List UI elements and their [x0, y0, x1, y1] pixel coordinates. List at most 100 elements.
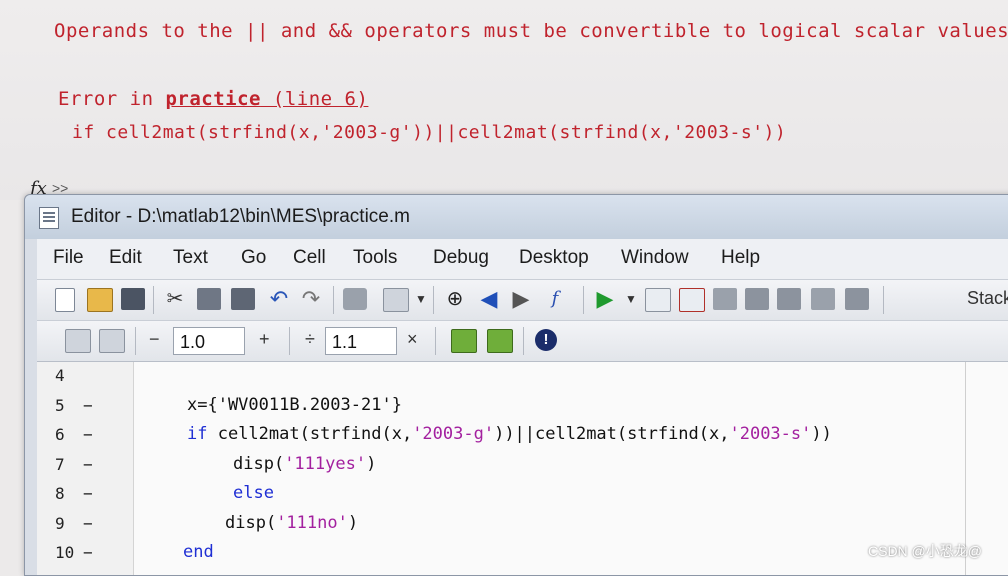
menu-edit[interactable]: Edit: [109, 247, 142, 269]
forward-arrow-icon[interactable]: ▶: [509, 288, 533, 310]
find-binoculars-icon[interactable]: ⊕: [443, 288, 467, 310]
menu-file[interactable]: File: [53, 247, 84, 269]
toolbar-separator: [135, 327, 136, 355]
code-line[interactable]: disp('111no'): [225, 513, 358, 533]
menu-window[interactable]: Window: [621, 247, 689, 269]
code-text: ): [366, 453, 377, 474]
line-number: 6: [55, 425, 65, 444]
code-line[interactable]: end: [183, 542, 214, 562]
open-folder-icon[interactable]: [87, 288, 113, 312]
breakpoint-marker[interactable]: −: [83, 543, 93, 562]
code-text: disp(: [225, 512, 277, 533]
divide-button[interactable]: ÷: [305, 329, 315, 350]
error-location: Error in practice (line 6): [58, 88, 368, 110]
line-number: 9: [55, 513, 65, 533]
info-icon[interactable]: !: [535, 329, 557, 351]
menu-tools[interactable]: Tools: [353, 247, 397, 269]
run-dropdown-icon[interactable]: ▼: [625, 288, 637, 310]
increment-button[interactable]: +: [259, 329, 270, 350]
multiply-button[interactable]: ×: [407, 329, 418, 350]
toolbar-separator: [583, 286, 584, 314]
cell-toolbar: − 1.0 + ÷ 1.1 × !: [37, 321, 1008, 362]
code-text: ): [347, 512, 359, 533]
editor-window: Editor - D:\matlab12\bin\MES\practice.m …: [24, 194, 1008, 576]
redo-icon[interactable]: ↷: [299, 288, 323, 310]
step-in-icon[interactable]: [745, 288, 769, 310]
new-file-icon[interactable]: [55, 288, 75, 312]
editor-title-bar[interactable]: Editor - D:\matlab12\bin\MES\practice.m: [25, 195, 1008, 239]
code-text: x={'WV0011B.2003-21'}: [187, 394, 402, 415]
menu-bar: File Edit Text Go Cell Tools Debug Deskt…: [37, 239, 1008, 280]
toolbar-separator: [333, 286, 334, 314]
breakpoint-marker[interactable]: −: [83, 484, 93, 503]
print-icon[interactable]: [343, 288, 367, 310]
menu-help[interactable]: Help: [721, 247, 760, 269]
toolbar-separator: [289, 327, 290, 355]
decrement-value-field[interactable]: 1.0: [173, 327, 245, 355]
breakpoint-marker[interactable]: −: [83, 425, 93, 444]
evaluate-cell-icon[interactable]: [451, 329, 477, 353]
clear-breakpoints-icon[interactable]: [679, 288, 705, 312]
copy-icon[interactable]: [197, 288, 221, 310]
save-icon[interactable]: [121, 288, 145, 310]
chevron-down-icon[interactable]: ▼: [415, 288, 427, 310]
error-line-link[interactable]: (line 6): [261, 88, 368, 110]
watermark: CSDN @小恐龙@: [868, 543, 982, 559]
breakpoint-marker[interactable]: −: [83, 396, 93, 415]
command-window: Operands to the || and && operators must…: [0, 0, 1008, 200]
paste-icon[interactable]: [231, 288, 255, 310]
line-number: 8: [55, 484, 65, 503]
step-out-icon[interactable]: [777, 288, 801, 310]
line-number: 10: [55, 543, 75, 562]
editor-title: Editor - D:\matlab12\bin\MES\practice.m: [71, 206, 410, 227]
editor-toolbar: ✂ ↶ ↷ ▼ ⊕ ◀ ▶ f ▶ ▼ Stack: [37, 280, 1008, 321]
code-text: disp(: [233, 453, 285, 474]
decrement-button[interactable]: −: [149, 329, 160, 350]
continue-icon[interactable]: [811, 288, 835, 310]
undo-icon[interactable]: ↶: [267, 288, 291, 310]
back-arrow-icon[interactable]: ◀: [477, 288, 501, 310]
menu-cell[interactable]: Cell: [293, 247, 326, 269]
error-message: Operands to the || and && operators must…: [54, 20, 1008, 42]
code-line[interactable]: else: [233, 483, 274, 503]
code-text: cell2mat(strfind(x,: [207, 424, 413, 444]
run-icon[interactable]: ▶: [593, 288, 617, 310]
code-line[interactable]: x={'WV0011B.2003-21'}: [187, 395, 402, 415]
code-text: )): [811, 424, 832, 444]
publish-icon[interactable]: [383, 288, 409, 312]
error-file-link[interactable]: practice: [165, 88, 261, 110]
code-string: '111yes': [284, 453, 367, 474]
code-line[interactable]: disp('111yes'): [233, 454, 376, 474]
breakpoint-marker[interactable]: −: [83, 455, 93, 474]
menu-debug[interactable]: Debug: [433, 247, 489, 269]
step-icon[interactable]: [713, 288, 737, 310]
stack-label: Stack: [967, 288, 1008, 308]
cut-icon[interactable]: ✂: [163, 288, 187, 310]
code-keyword: if: [187, 424, 208, 444]
code-line[interactable]: if cell2mat(strfind(x,'2003-g'))||cell2m…: [187, 424, 832, 444]
insert-cell-icon[interactable]: [65, 329, 91, 353]
error-prefix: Error in: [58, 88, 166, 110]
toolbar-separator: [153, 286, 154, 314]
code-editor[interactable]: 4 5−6−7−8−9−10− x={'WV0011B.2003-21'} if c…: [37, 362, 1008, 575]
toolbar-separator: [435, 327, 436, 355]
menu-go[interactable]: Go: [241, 247, 266, 269]
cell-list-icon[interactable]: [99, 329, 125, 353]
line-number-gutter: 4 5−6−7−8−9−10−: [37, 362, 134, 575]
breakpoint-marker[interactable]: −: [83, 514, 93, 533]
code-keyword: else: [233, 483, 274, 503]
toolbar-separator: [523, 327, 524, 355]
breakpoint-icon[interactable]: [645, 288, 671, 312]
menu-desktop[interactable]: Desktop: [519, 247, 589, 269]
function-icon[interactable]: f: [543, 288, 567, 310]
divide-value-field[interactable]: 1.1: [325, 327, 397, 355]
code-keyword: end: [183, 542, 214, 562]
evaluate-cell-advance-icon[interactable]: [487, 329, 513, 353]
line-number: 4: [55, 366, 65, 385]
exit-debug-icon[interactable]: [845, 288, 869, 310]
editor-document-icon: [39, 207, 59, 229]
code-string: '2003-s': [729, 424, 812, 444]
menu-text[interactable]: Text: [173, 247, 208, 269]
code-string: '2003-g': [412, 424, 495, 444]
line-number: 5: [55, 395, 65, 415]
